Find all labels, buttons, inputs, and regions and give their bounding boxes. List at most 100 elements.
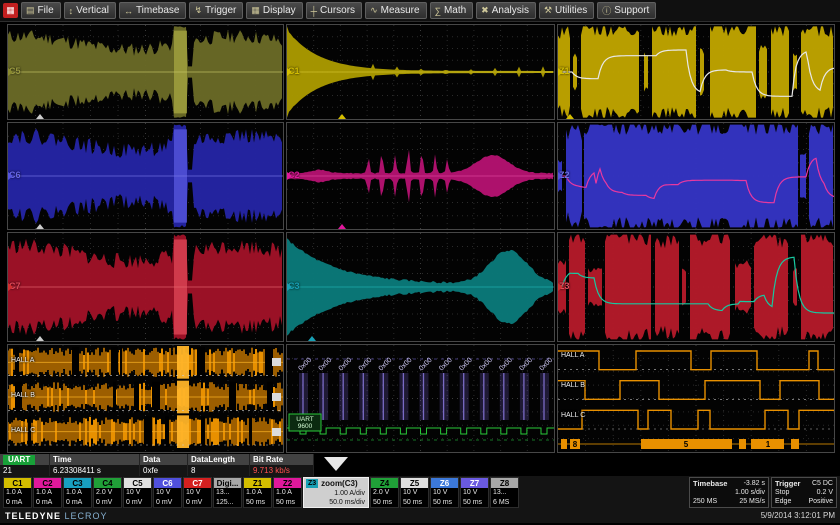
hall-row-button[interactable] (272, 428, 281, 436)
menu-label: File (38, 5, 54, 16)
timebase-arrows-icon: ↔ (124, 6, 133, 16)
hall-signals-panel-left[interactable]: HALL A HALL B HALL C (7, 344, 284, 453)
menu-button-utilities[interactable]: ⚒Utilities (539, 2, 594, 19)
decoded-state-label: 8 (573, 440, 578, 449)
trigger-box[interactable]: TriggerC5 DC Stop0.2 V EdgePositive (771, 477, 837, 508)
trigger-time-marker[interactable] (36, 114, 44, 119)
channel-value-2: 0 mA (66, 498, 91, 508)
channel-value-1: 13... (493, 488, 518, 498)
level-marker[interactable] (558, 172, 563, 180)
menu-button-timebase[interactable]: ↔Timebase (119, 2, 187, 19)
channel-box-c7[interactable]: C710 V0 mV (183, 477, 212, 508)
waveform-panel-c2[interactable]: C2 (286, 122, 555, 230)
uart-result-table[interactable]: UART Time Data DataLength Bit Rate 21 6.… (0, 454, 314, 476)
channel-box-z1[interactable]: Z11.0 A50 ms (243, 477, 272, 508)
menu-button-analysis[interactable]: ✖Analysis (476, 2, 536, 19)
waveform-panel-c1[interactable]: C1 (286, 24, 555, 120)
channel-box-c6[interactable]: C610 V0 mV (153, 477, 182, 508)
hall-signals-panel-right[interactable]: HALL A HALL B HALL C 851 (557, 344, 835, 453)
channel-box-values: 10 V0 mV (154, 488, 181, 508)
trigger-time-marker[interactable] (308, 336, 316, 341)
level-marker[interactable] (558, 68, 563, 76)
datetime-label: 5/9/2014 3:12:01 PM (761, 511, 835, 520)
hall-a-label: HALL A (561, 352, 584, 359)
waveform-panel-z2[interactable]: Z2 (557, 122, 835, 230)
timebase-box[interactable]: Timebase-3.82 s 1.00 s/div 250 MS25 MS/s (689, 477, 769, 508)
channel-box-z8[interactable]: Z813...6 MS (490, 477, 519, 508)
hall-row-button[interactable] (272, 393, 281, 401)
timebase-offset: -3.82 s (744, 480, 765, 487)
channel-box-z7[interactable]: Z710 V50 ms (460, 477, 489, 508)
channel-value-1: 10 V (156, 488, 181, 498)
pnl8-canvas (558, 233, 834, 341)
channel-box-header: C7 (184, 478, 211, 488)
channel-box-z4[interactable]: Z42.0 V50 ms (370, 477, 399, 508)
menu-button-file[interactable]: ▤File (21, 2, 61, 19)
waveform-panel-z3[interactable]: Z3 (557, 232, 835, 342)
zoom-box-selected-z3[interactable]: Z3zoom(C3)1.00 A/div50.0 ms/div (303, 477, 369, 508)
trigger-time-marker[interactable] (36, 224, 44, 229)
waveform-panel-c3[interactable]: C3 (286, 232, 555, 342)
waveform-panel-c6[interactable]: C6 (7, 122, 284, 230)
channel-box-c2[interactable]: C21.0 A0 mA (33, 477, 62, 508)
decoded-state-label: 5 (684, 440, 689, 449)
channel-value-2: 0 mA (36, 498, 61, 508)
menu-label: Measure (381, 5, 420, 16)
channel-box-digi[interactable]: Digi...13...125... (213, 477, 242, 508)
level-marker[interactable] (287, 172, 292, 180)
menu-button-support[interactable]: ⓘSupport (597, 2, 656, 19)
trigger-time-marker[interactable] (338, 224, 346, 229)
waveform-panel-c7[interactable]: C7 (7, 232, 284, 342)
channel-value-1: 10 V (126, 488, 151, 498)
math-sigma-icon: ∑ (435, 6, 441, 16)
waveform-panel-c5[interactable]: C5 (7, 24, 284, 120)
trigger-type: Edge (775, 498, 791, 505)
datalength-header-cell: DataLength (188, 454, 250, 465)
channel-box-z6[interactable]: Z610 V50 ms (430, 477, 459, 508)
menu-button-measure[interactable]: ∿Measure (365, 2, 426, 19)
level-marker[interactable] (558, 283, 563, 291)
channel-box-values: 2.0 V0 mV (94, 488, 121, 508)
level-marker[interactable] (8, 172, 13, 180)
channel-value-2: 0 mV (156, 498, 181, 508)
trigger-time-marker[interactable] (36, 336, 44, 341)
bottom-status-bar: C11.0 A0 mAC21.0 A0 mAC31.0 A0 mAC42.0 V… (0, 476, 840, 523)
display-grid-icon: ▦ (251, 5, 260, 16)
menu-button-cursors[interactable]: ┼Cursors (306, 2, 362, 19)
channel-box-c1[interactable]: C11.0 A0 mA (3, 477, 32, 508)
menu-label: Utilities (555, 5, 587, 16)
waveform-panel-z1[interactable]: Z1 (557, 24, 835, 120)
channel-box-c4[interactable]: C42.0 V0 mV (93, 477, 122, 508)
level-marker[interactable] (287, 283, 292, 291)
app-icon[interactable]: ▦ (3, 3, 18, 18)
channel-box-z2[interactable]: Z21.0 A50 ms (273, 477, 302, 508)
channel-box-values: 1.0 A0 mA (34, 488, 61, 508)
menu-button-trigger[interactable]: ↯Trigger (189, 2, 243, 19)
level-marker[interactable] (8, 283, 13, 291)
menu-label: Trigger (205, 5, 236, 16)
menu-button-math[interactable]: ∑Math (430, 2, 474, 19)
menu-button-display[interactable]: ▦Display (246, 2, 302, 19)
hall-row-button[interactable] (272, 358, 281, 366)
pnl5-canvas (558, 123, 834, 229)
level-marker[interactable] (8, 68, 13, 76)
channel-box-c5[interactable]: C510 V0 mV (123, 477, 152, 508)
channel-value-2: 0 mV (126, 498, 151, 508)
menu-button-vertical[interactable]: ↕Vertical (64, 2, 116, 19)
channel-box-values: 2.0 V50 ms (371, 488, 398, 508)
channel-box-z5[interactable]: Z510 V50 ms (400, 477, 429, 508)
trigger-time-marker[interactable] (338, 114, 346, 119)
trigger-time-marker[interactable] (566, 114, 574, 119)
trigger-title: Trigger (775, 479, 800, 488)
channel-box-c3[interactable]: C31.0 A0 mA (63, 477, 92, 508)
table-collapse-button[interactable] (324, 457, 348, 471)
decoded-byte-label: 0x00 (438, 357, 454, 373)
trigger-pulse-icon: ↯ (194, 5, 202, 16)
pnl9-canvas (8, 345, 283, 452)
pnl2-canvas (558, 25, 834, 119)
uart-decode-panel[interactable]: 0x000x000x000x000x000x000x000x000x000x00… (286, 344, 555, 453)
file-icon: ▤ (26, 5, 35, 16)
level-marker[interactable] (287, 68, 292, 76)
channel-box-header: Z4 (371, 478, 398, 488)
timebase-samples: 250 MS (693, 498, 717, 505)
